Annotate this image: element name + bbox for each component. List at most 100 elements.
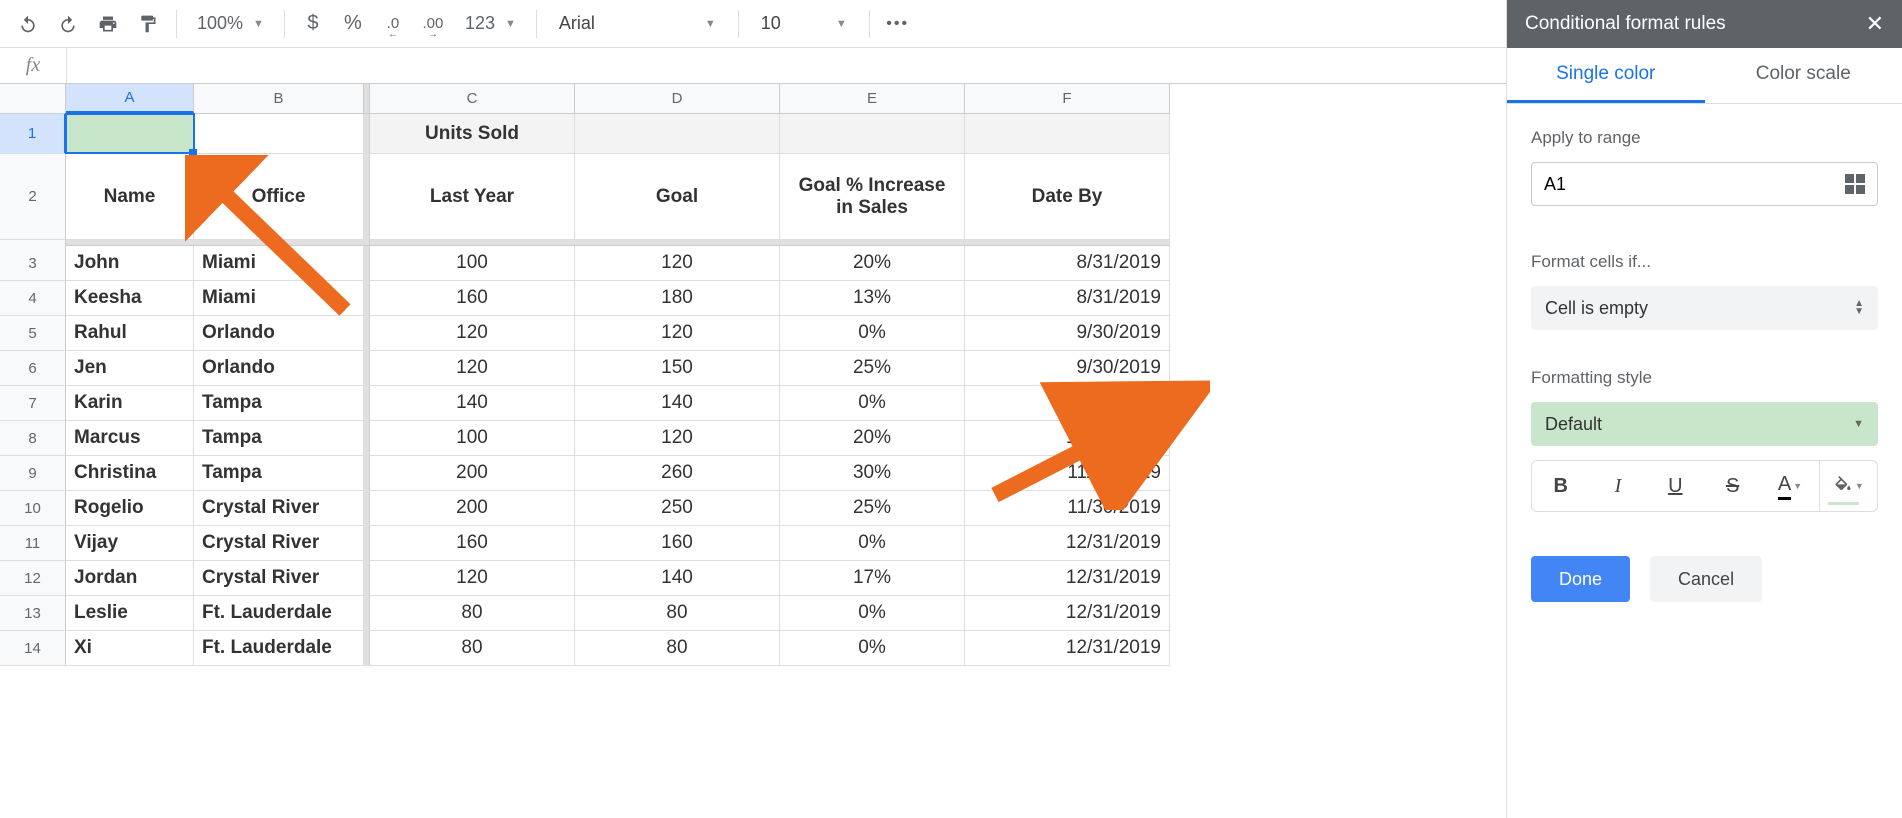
- cell-date[interactable]: 12/31/2019: [965, 526, 1170, 560]
- cell-goal[interactable]: 140: [575, 561, 780, 595]
- apply-range-input-wrap[interactable]: [1531, 162, 1878, 206]
- row-header[interactable]: 3: [0, 246, 66, 280]
- cell-last-year[interactable]: 120: [370, 561, 575, 595]
- cell-pct[interactable]: 0%: [780, 631, 965, 665]
- range-picker-icon[interactable]: [1845, 174, 1865, 194]
- cell-office[interactable]: Crystal River: [194, 491, 364, 525]
- cell-pct[interactable]: 13%: [780, 281, 965, 315]
- cell-last-year[interactable]: 140: [370, 386, 575, 420]
- row-header[interactable]: 10: [0, 491, 66, 525]
- cell-last-year[interactable]: 100: [370, 421, 575, 455]
- done-button[interactable]: Done: [1531, 556, 1630, 602]
- cell-last-year[interactable]: 200: [370, 456, 575, 490]
- cell-office[interactable]: Crystal River: [194, 561, 364, 595]
- cell-last-year[interactable]: 80: [370, 596, 575, 630]
- text-color-button[interactable]: A▼: [1761, 461, 1818, 511]
- cell-date[interactable]: 12/31/2019: [965, 561, 1170, 595]
- cell-pct[interactable]: 0%: [780, 526, 965, 560]
- row-header[interactable]: 13: [0, 596, 66, 630]
- undo-button[interactable]: [10, 6, 46, 42]
- fill-color-button[interactable]: ▼: [1819, 461, 1877, 511]
- cell-C1[interactable]: Units Sold: [370, 114, 575, 153]
- cell-office[interactable]: Ft. Lauderdale: [194, 596, 364, 630]
- cell-pct[interactable]: 20%: [780, 246, 965, 280]
- bold-button[interactable]: B: [1532, 461, 1589, 511]
- cell-name[interactable]: Marcus: [66, 421, 194, 455]
- cell-goal[interactable]: 250: [575, 491, 780, 525]
- select-all-corner[interactable]: [0, 84, 66, 113]
- tab-color-scale[interactable]: Color scale: [1705, 48, 1902, 103]
- cell-office[interactable]: Tampa: [194, 421, 364, 455]
- col-header-E[interactable]: E: [780, 84, 965, 113]
- cell-goal[interactable]: 80: [575, 596, 780, 630]
- cell-date[interactable]: 12/31/2019: [965, 631, 1170, 665]
- row-header[interactable]: 7: [0, 386, 66, 420]
- cell-goal[interactable]: 140: [575, 386, 780, 420]
- row-header[interactable]: 6: [0, 351, 66, 385]
- cell-A1[interactable]: [66, 114, 194, 153]
- cell-last-year[interactable]: 200: [370, 491, 575, 525]
- cell-name[interactable]: Vijay: [66, 526, 194, 560]
- increase-decimal-button[interactable]: .00→: [415, 6, 451, 42]
- cell-name[interactable]: Rogelio: [66, 491, 194, 525]
- col-header-D[interactable]: D: [575, 84, 780, 113]
- cell-D1[interactable]: [575, 114, 780, 153]
- cell-name[interactable]: Rahul: [66, 316, 194, 350]
- cell-last-year[interactable]: 100: [370, 246, 575, 280]
- row-header-2[interactable]: 2: [0, 154, 66, 239]
- cell-D2[interactable]: Goal: [575, 154, 780, 239]
- redo-button[interactable]: [50, 6, 86, 42]
- cell-pct[interactable]: 17%: [780, 561, 965, 595]
- cell-goal[interactable]: 180: [575, 281, 780, 315]
- cell-E1[interactable]: [780, 114, 965, 153]
- cell-name[interactable]: Leslie: [66, 596, 194, 630]
- cell-last-year[interactable]: 80: [370, 631, 575, 665]
- cell-pct[interactable]: 0%: [780, 386, 965, 420]
- apply-range-input[interactable]: [1544, 174, 1845, 195]
- cell-goal[interactable]: 160: [575, 526, 780, 560]
- cell-date[interactable]: 8/31/2019: [965, 246, 1170, 280]
- strikethrough-button[interactable]: S: [1704, 461, 1761, 511]
- row-header[interactable]: 12: [0, 561, 66, 595]
- row-header[interactable]: 5: [0, 316, 66, 350]
- cell-F2[interactable]: Date By: [965, 154, 1170, 239]
- tab-single-color[interactable]: Single color: [1507, 48, 1705, 103]
- cell-E2[interactable]: Goal % Increase in Sales: [780, 154, 965, 239]
- cell-pct[interactable]: 0%: [780, 316, 965, 350]
- row-header[interactable]: 9: [0, 456, 66, 490]
- condition-select[interactable]: Cell is empty ▲▼: [1531, 286, 1878, 330]
- cell-F1[interactable]: [965, 114, 1170, 153]
- row-header[interactable]: 11: [0, 526, 66, 560]
- decrease-decimal-button[interactable]: .0←: [375, 6, 411, 42]
- col-header-A[interactable]: A: [66, 84, 194, 113]
- row-header-1[interactable]: 1: [0, 114, 66, 153]
- format-percent-button[interactable]: %: [335, 6, 371, 42]
- cell-goal[interactable]: 260: [575, 456, 780, 490]
- cell-pct[interactable]: 30%: [780, 456, 965, 490]
- cell-pct[interactable]: 0%: [780, 596, 965, 630]
- cell-office[interactable]: Tampa: [194, 386, 364, 420]
- style-select[interactable]: Default ▼: [1531, 402, 1878, 446]
- cell-pct[interactable]: 25%: [780, 491, 965, 525]
- cell-office[interactable]: Ft. Lauderdale: [194, 631, 364, 665]
- cell-name[interactable]: John: [66, 246, 194, 280]
- col-header-C[interactable]: C: [370, 84, 575, 113]
- cell-office[interactable]: Crystal River: [194, 526, 364, 560]
- cell-last-year[interactable]: 160: [370, 281, 575, 315]
- cancel-button[interactable]: Cancel: [1650, 556, 1762, 602]
- cell-name[interactable]: Keesha: [66, 281, 194, 315]
- format-more-select[interactable]: 123▼: [455, 13, 526, 34]
- more-toolbar-button[interactable]: •••: [880, 6, 916, 42]
- font-size-select[interactable]: 10▼: [749, 13, 859, 34]
- cell-goal[interactable]: 80: [575, 631, 780, 665]
- row-header[interactable]: 14: [0, 631, 66, 665]
- italic-button[interactable]: I: [1589, 461, 1646, 511]
- format-currency-button[interactable]: $: [295, 6, 331, 42]
- cell-name[interactable]: Jen: [66, 351, 194, 385]
- cell-A2[interactable]: Name: [66, 154, 194, 239]
- cell-last-year[interactable]: 120: [370, 316, 575, 350]
- cell-goal[interactable]: 120: [575, 246, 780, 280]
- cell-pct[interactable]: 20%: [780, 421, 965, 455]
- cell-name[interactable]: Xi: [66, 631, 194, 665]
- col-header-F[interactable]: F: [965, 84, 1170, 113]
